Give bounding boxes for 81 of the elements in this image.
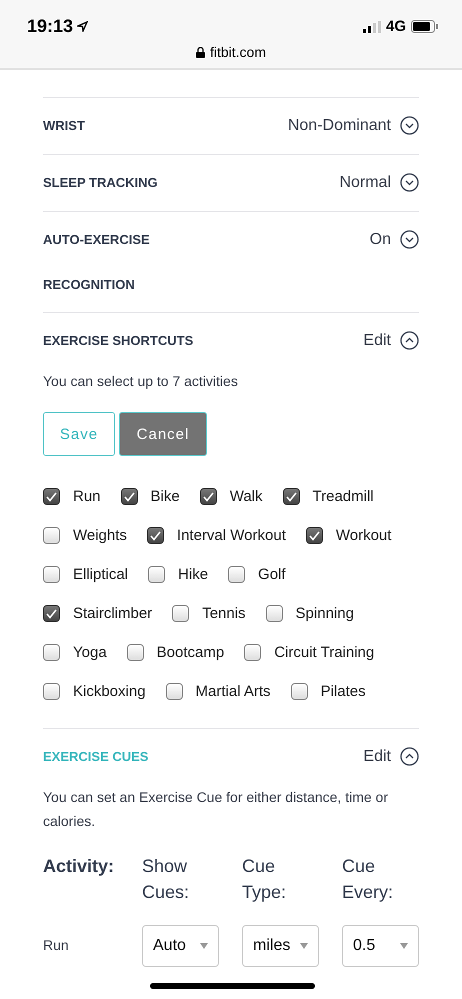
section-title: EXERCISE CUES bbox=[43, 748, 150, 766]
activity-name: Run bbox=[43, 937, 69, 953]
setting-value: Non-Dominant bbox=[288, 116, 391, 136]
dropdown-arrow-icon bbox=[300, 943, 308, 949]
setting-label: WRIST bbox=[43, 117, 86, 135]
checkbox[interactable] bbox=[43, 605, 60, 622]
activity-label: Weights bbox=[73, 527, 127, 544]
dropdown-arrow-icon bbox=[400, 943, 408, 949]
activity-label: Kickboxing bbox=[73, 683, 146, 700]
checkbox[interactable] bbox=[43, 683, 60, 700]
column-header: Show Cues: bbox=[142, 855, 190, 904]
checkbox[interactable] bbox=[306, 527, 323, 544]
cancel-button[interactable]: Cancel bbox=[119, 412, 207, 456]
checkbox[interactable] bbox=[244, 644, 262, 661]
chevron-down-icon[interactable] bbox=[400, 116, 419, 135]
activity-label: Hike bbox=[178, 566, 208, 583]
dropdown[interactable]: 0.5 bbox=[342, 925, 419, 967]
checkbox[interactable] bbox=[228, 566, 246, 583]
activity-label: Bootcamp bbox=[156, 644, 224, 661]
chevron-down-icon[interactable] bbox=[400, 230, 419, 249]
battery-icon bbox=[411, 20, 438, 33]
checkmark-icon bbox=[150, 530, 161, 540]
checkmark-icon bbox=[46, 608, 57, 618]
checkbox[interactable] bbox=[282, 488, 300, 505]
chevron-up-icon[interactable] bbox=[400, 331, 419, 350]
activity-label: Tennis bbox=[202, 605, 246, 622]
activity-label: Walk bbox=[230, 488, 262, 505]
section-title: EXERCISE SHORTCUTS bbox=[43, 332, 194, 350]
setting-label: AUTO-EXERCISE RECOGNITION bbox=[43, 231, 151, 294]
location-arrow-icon bbox=[77, 21, 88, 32]
checkbox[interactable] bbox=[43, 527, 60, 544]
network-label: 4G bbox=[386, 18, 406, 35]
checkbox[interactable] bbox=[200, 488, 217, 505]
setting-value: Normal bbox=[339, 173, 391, 193]
checkbox[interactable] bbox=[266, 605, 283, 622]
dropdown[interactable]: miles bbox=[242, 925, 319, 967]
activity-label: Treadmill bbox=[312, 488, 374, 505]
chevron-down-icon[interactable] bbox=[400, 173, 419, 192]
checkbox[interactable] bbox=[146, 527, 164, 544]
checkmark-icon bbox=[202, 492, 214, 502]
setting-label: SLEEP TRACKING bbox=[43, 174, 159, 192]
activity-label: Golf bbox=[258, 566, 286, 583]
column-header: Cue Type: bbox=[242, 855, 288, 904]
checkbox[interactable] bbox=[166, 683, 183, 700]
checkbox[interactable] bbox=[43, 644, 60, 661]
activity-label: Yoga bbox=[73, 644, 107, 661]
dropdown[interactable]: Auto bbox=[142, 925, 219, 967]
checkmark-icon bbox=[124, 492, 135, 502]
activity-label: Elliptical bbox=[73, 566, 128, 583]
description-text: You can select up to 7 activities bbox=[43, 372, 239, 391]
checkbox[interactable] bbox=[120, 488, 138, 505]
activity-label: Interval Workout bbox=[176, 527, 286, 544]
checkbox[interactable] bbox=[43, 566, 60, 583]
checkmark-icon bbox=[46, 492, 57, 502]
checkmark-icon bbox=[308, 530, 320, 540]
signal-icon bbox=[362, 20, 381, 32]
activity-label: Bike bbox=[150, 488, 180, 505]
checkbox[interactable] bbox=[172, 605, 190, 622]
column-header: Cue Every: bbox=[342, 855, 394, 904]
edit-link[interactable]: Edit bbox=[363, 729, 391, 785]
lock-icon bbox=[196, 46, 205, 58]
setting-value: On bbox=[370, 230, 391, 250]
activity-label: Stairclimber bbox=[73, 605, 152, 622]
activity-label: Workout bbox=[336, 527, 392, 544]
checkbox[interactable] bbox=[43, 488, 60, 505]
checkbox[interactable] bbox=[148, 566, 166, 583]
activity-label: Martial Arts bbox=[196, 683, 271, 700]
dropdown-arrow-icon bbox=[200, 943, 208, 949]
column-header: Activity: bbox=[43, 855, 116, 878]
chevron-up-icon[interactable] bbox=[400, 747, 419, 766]
status-time: 19:13 bbox=[27, 16, 74, 37]
description-text: You can set an Exercise Cue for either distance, time or calories. bbox=[43, 788, 389, 831]
url-text[interactable]: fitbit.com bbox=[210, 44, 266, 60]
checkbox[interactable] bbox=[290, 683, 308, 700]
activity-label: Run bbox=[73, 488, 101, 505]
edit-link[interactable]: Edit bbox=[363, 313, 391, 369]
activity-label: Circuit Training bbox=[274, 644, 374, 661]
checkbox[interactable] bbox=[126, 644, 144, 661]
activity-label: Pilates bbox=[320, 683, 366, 700]
checkmark-icon bbox=[286, 492, 296, 502]
activity-label: Spinning bbox=[296, 605, 354, 622]
